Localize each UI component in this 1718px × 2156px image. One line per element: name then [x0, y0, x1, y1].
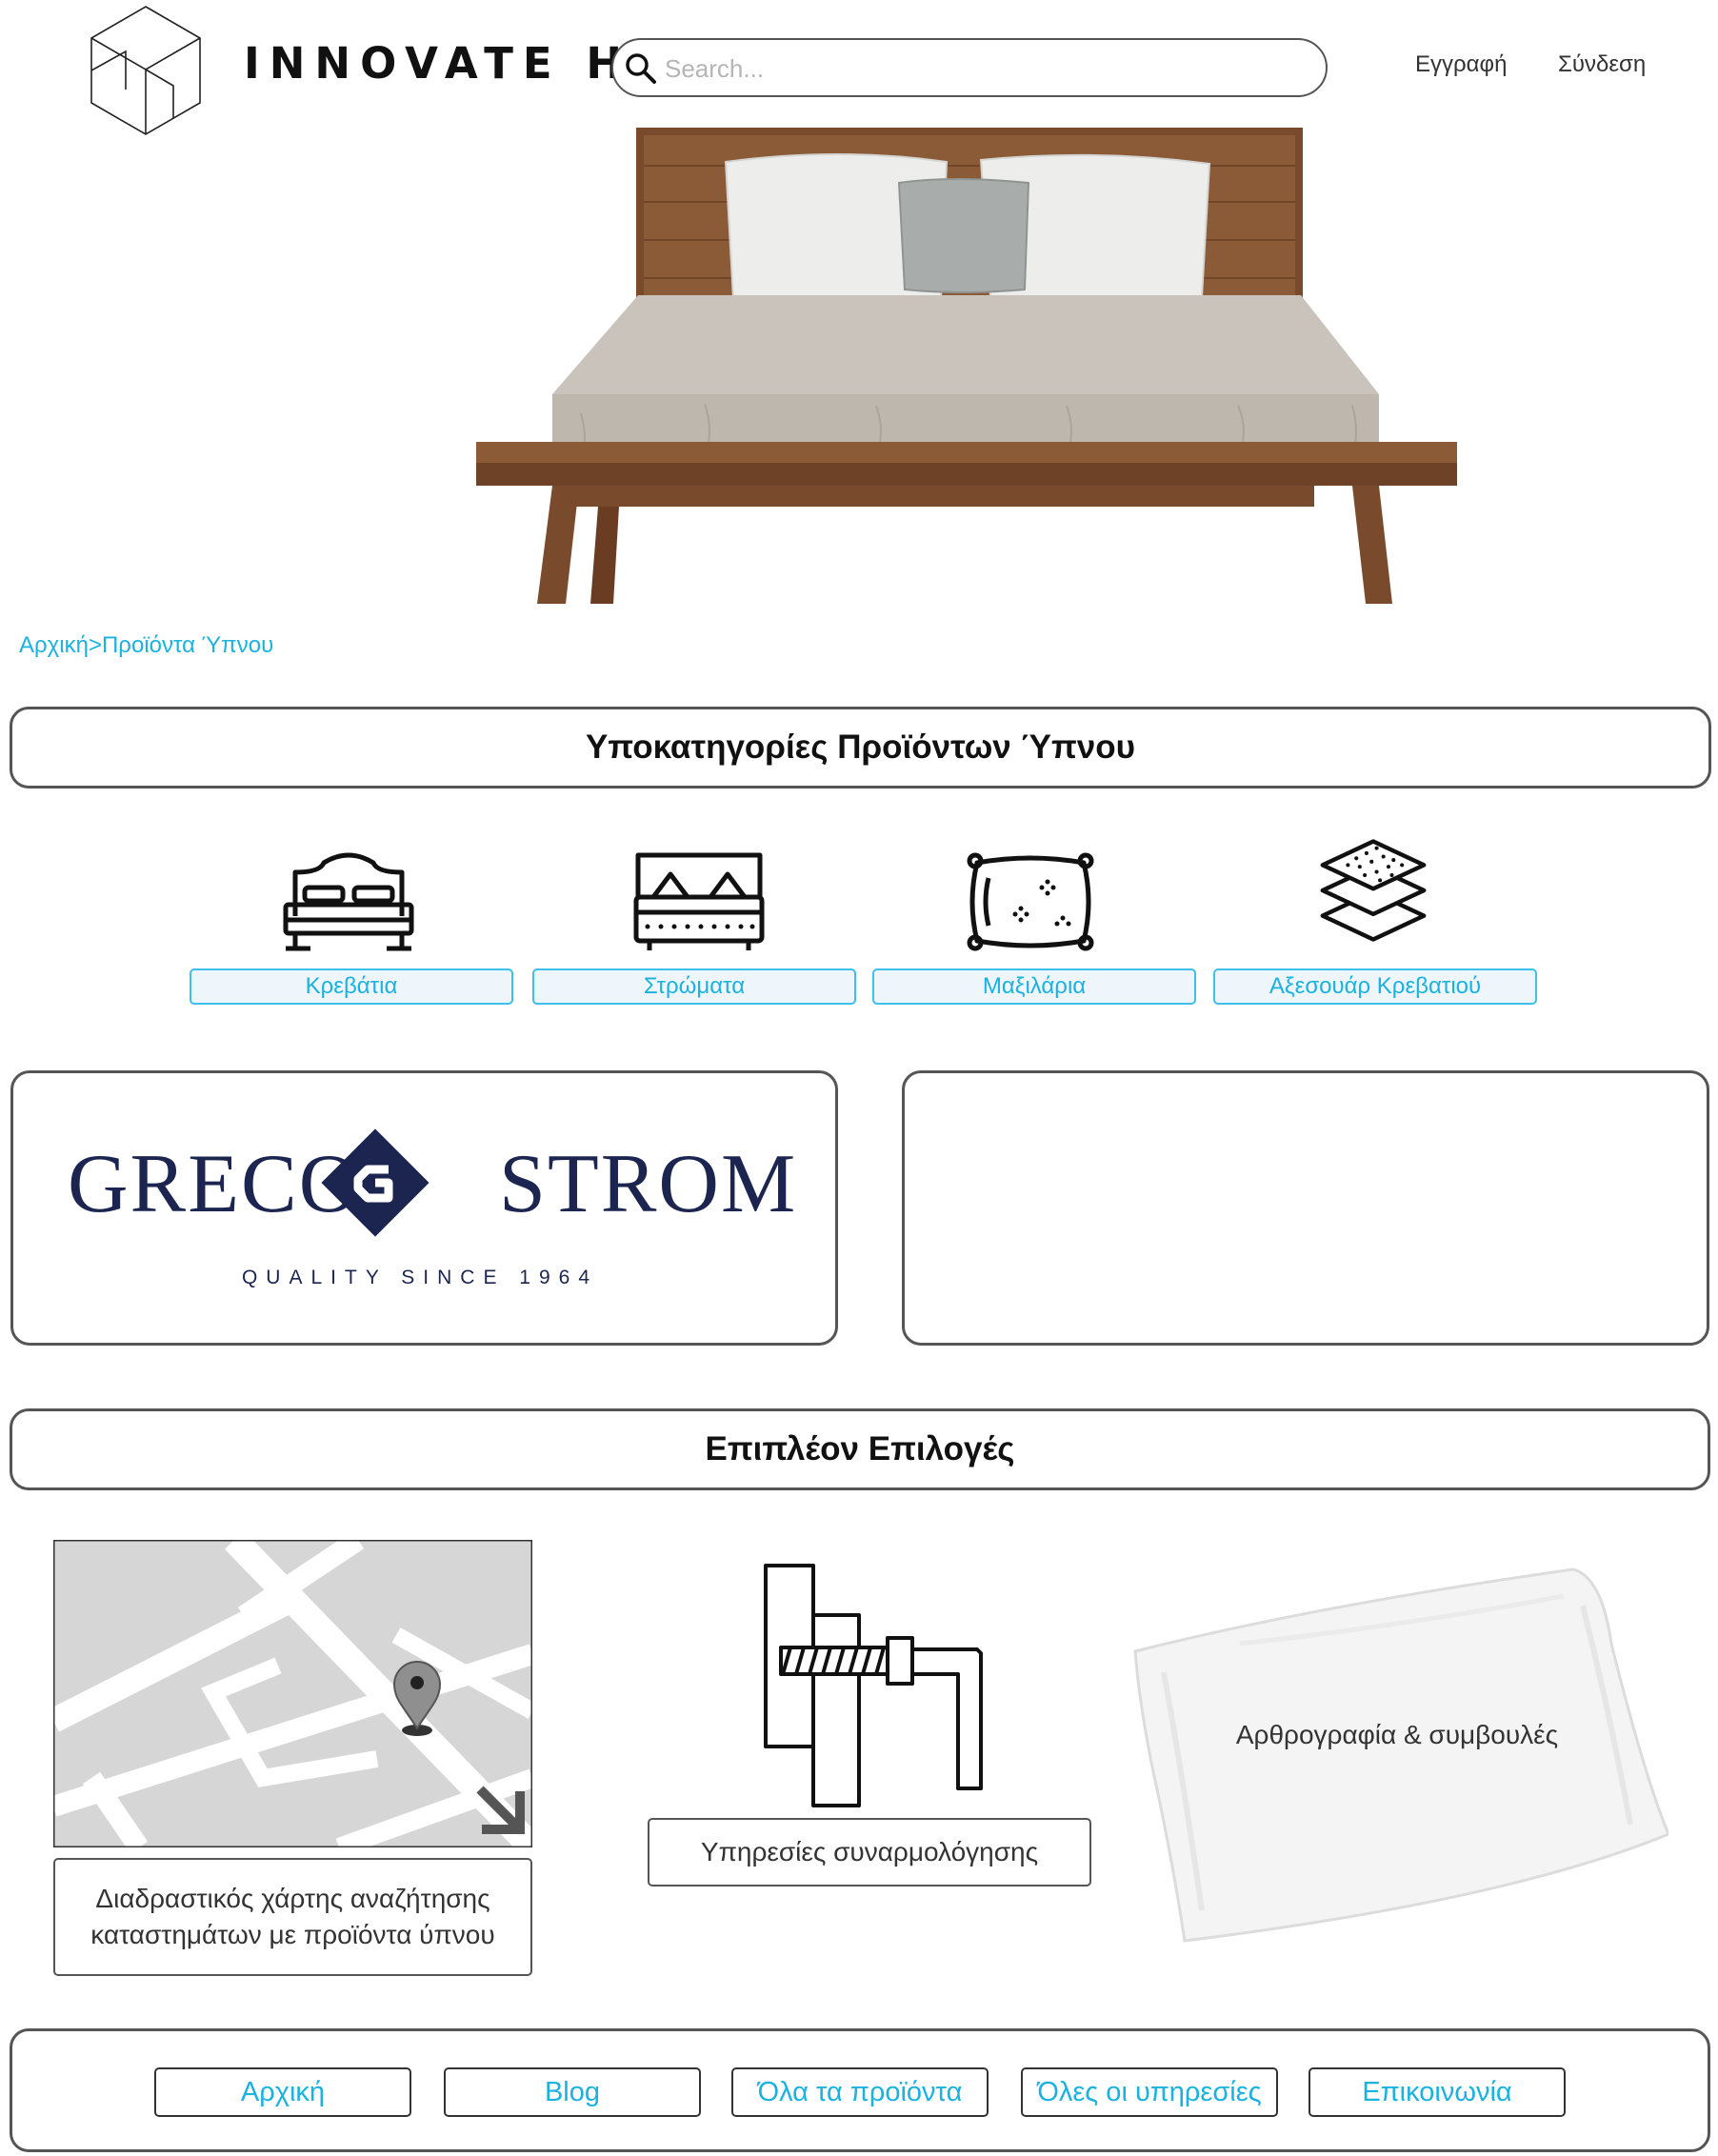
footer-link-all-products[interactable]: Όλα τα προϊόντα: [731, 2067, 989, 2117]
brand-banner-panel[interactable]: GRECO STROM QUALITY SINCE 1964: [10, 1070, 838, 1346]
subcategories-header: Υποκατηγορίες Προϊόντων Ύπνου: [10, 707, 1711, 789]
footer-link-blog[interactable]: Blog: [444, 2067, 701, 2117]
bed-accessories-icon: [1320, 839, 1427, 942]
more-options-title: Επιπλέον Επιλογές: [705, 1430, 1015, 1467]
pillow-image: [1133, 1567, 1668, 1943]
category-button-pillows[interactable]: Μαξιλάρια: [872, 968, 1196, 1005]
assembly-services-button[interactable]: Υπηρεσίες συναρμολόγησης: [648, 1818, 1091, 1886]
subcategories-title: Υποκατηγορίες Προϊόντων Ύπνου: [586, 729, 1135, 766]
register-link[interactable]: Εγγραφή: [1415, 51, 1507, 78]
brand-name-left: GRECO: [68, 1138, 361, 1230]
category-button-beds[interactable]: Κρεβάτια: [190, 968, 513, 1005]
breadcrumb: Αρχική>Προϊόντα Ύπνου: [19, 632, 273, 659]
category-button-bed-accessories[interactable]: Αξεσουάρ Κρεβατιού: [1213, 968, 1537, 1005]
search-bar[interactable]: [611, 38, 1328, 97]
pillow-icon: [967, 852, 1094, 951]
search-icon: [626, 53, 656, 84]
brand-name-right: STROM: [499, 1138, 797, 1230]
empty-promo-panel: [902, 1070, 1709, 1346]
breadcrumb-current[interactable]: Προϊόντα Ύπνου: [102, 632, 273, 658]
footer-link-home[interactable]: Αρχική: [154, 2067, 411, 2117]
articles-tips-label: Αρθρογραφία & συμβουλές: [1235, 1720, 1559, 1749]
breadcrumb-separator: >: [88, 632, 102, 658]
assembly-services-label: Υπηρεσίες συναρμολόγησης: [700, 1837, 1039, 1867]
search-input[interactable]: [663, 48, 1314, 90]
footer-link-all-services[interactable]: Όλες οι υπηρεσίες: [1021, 2067, 1278, 2117]
login-link[interactable]: Σύνδεση: [1558, 51, 1646, 78]
assembly-wrench-icon: [764, 1564, 983, 1807]
breadcrumb-home-link[interactable]: Αρχική: [19, 632, 89, 658]
more-options-header: Επιπλέον Επιλογές: [10, 1408, 1710, 1490]
logo-cube-icon: [90, 6, 201, 135]
category-button-mattresses[interactable]: Στρώματα: [532, 968, 856, 1005]
map-search-caption[interactable]: Διαδραστικός χάρτης αναζήτησης καταστημά…: [53, 1858, 532, 1976]
store-map[interactable]: [53, 1540, 532, 1847]
bed-icon: [283, 852, 414, 951]
mattress-icon: [633, 852, 765, 950]
hero-bed-image: [476, 128, 1457, 604]
greco-strom-logo: GRECO STROM QUALITY SINCE 1964: [68, 1128, 797, 1288]
brand-tagline: QUALITY SINCE 1964: [242, 1267, 598, 1288]
articles-tips-card[interactable]: Αρθρογραφία & συμβουλές: [1126, 1567, 1668, 1948]
footer-link-contact[interactable]: Επικοινωνία: [1308, 2067, 1566, 2117]
map-search-label: Διαδραστικός χάρτης αναζήτησης καταστημά…: [90, 1884, 495, 1949]
